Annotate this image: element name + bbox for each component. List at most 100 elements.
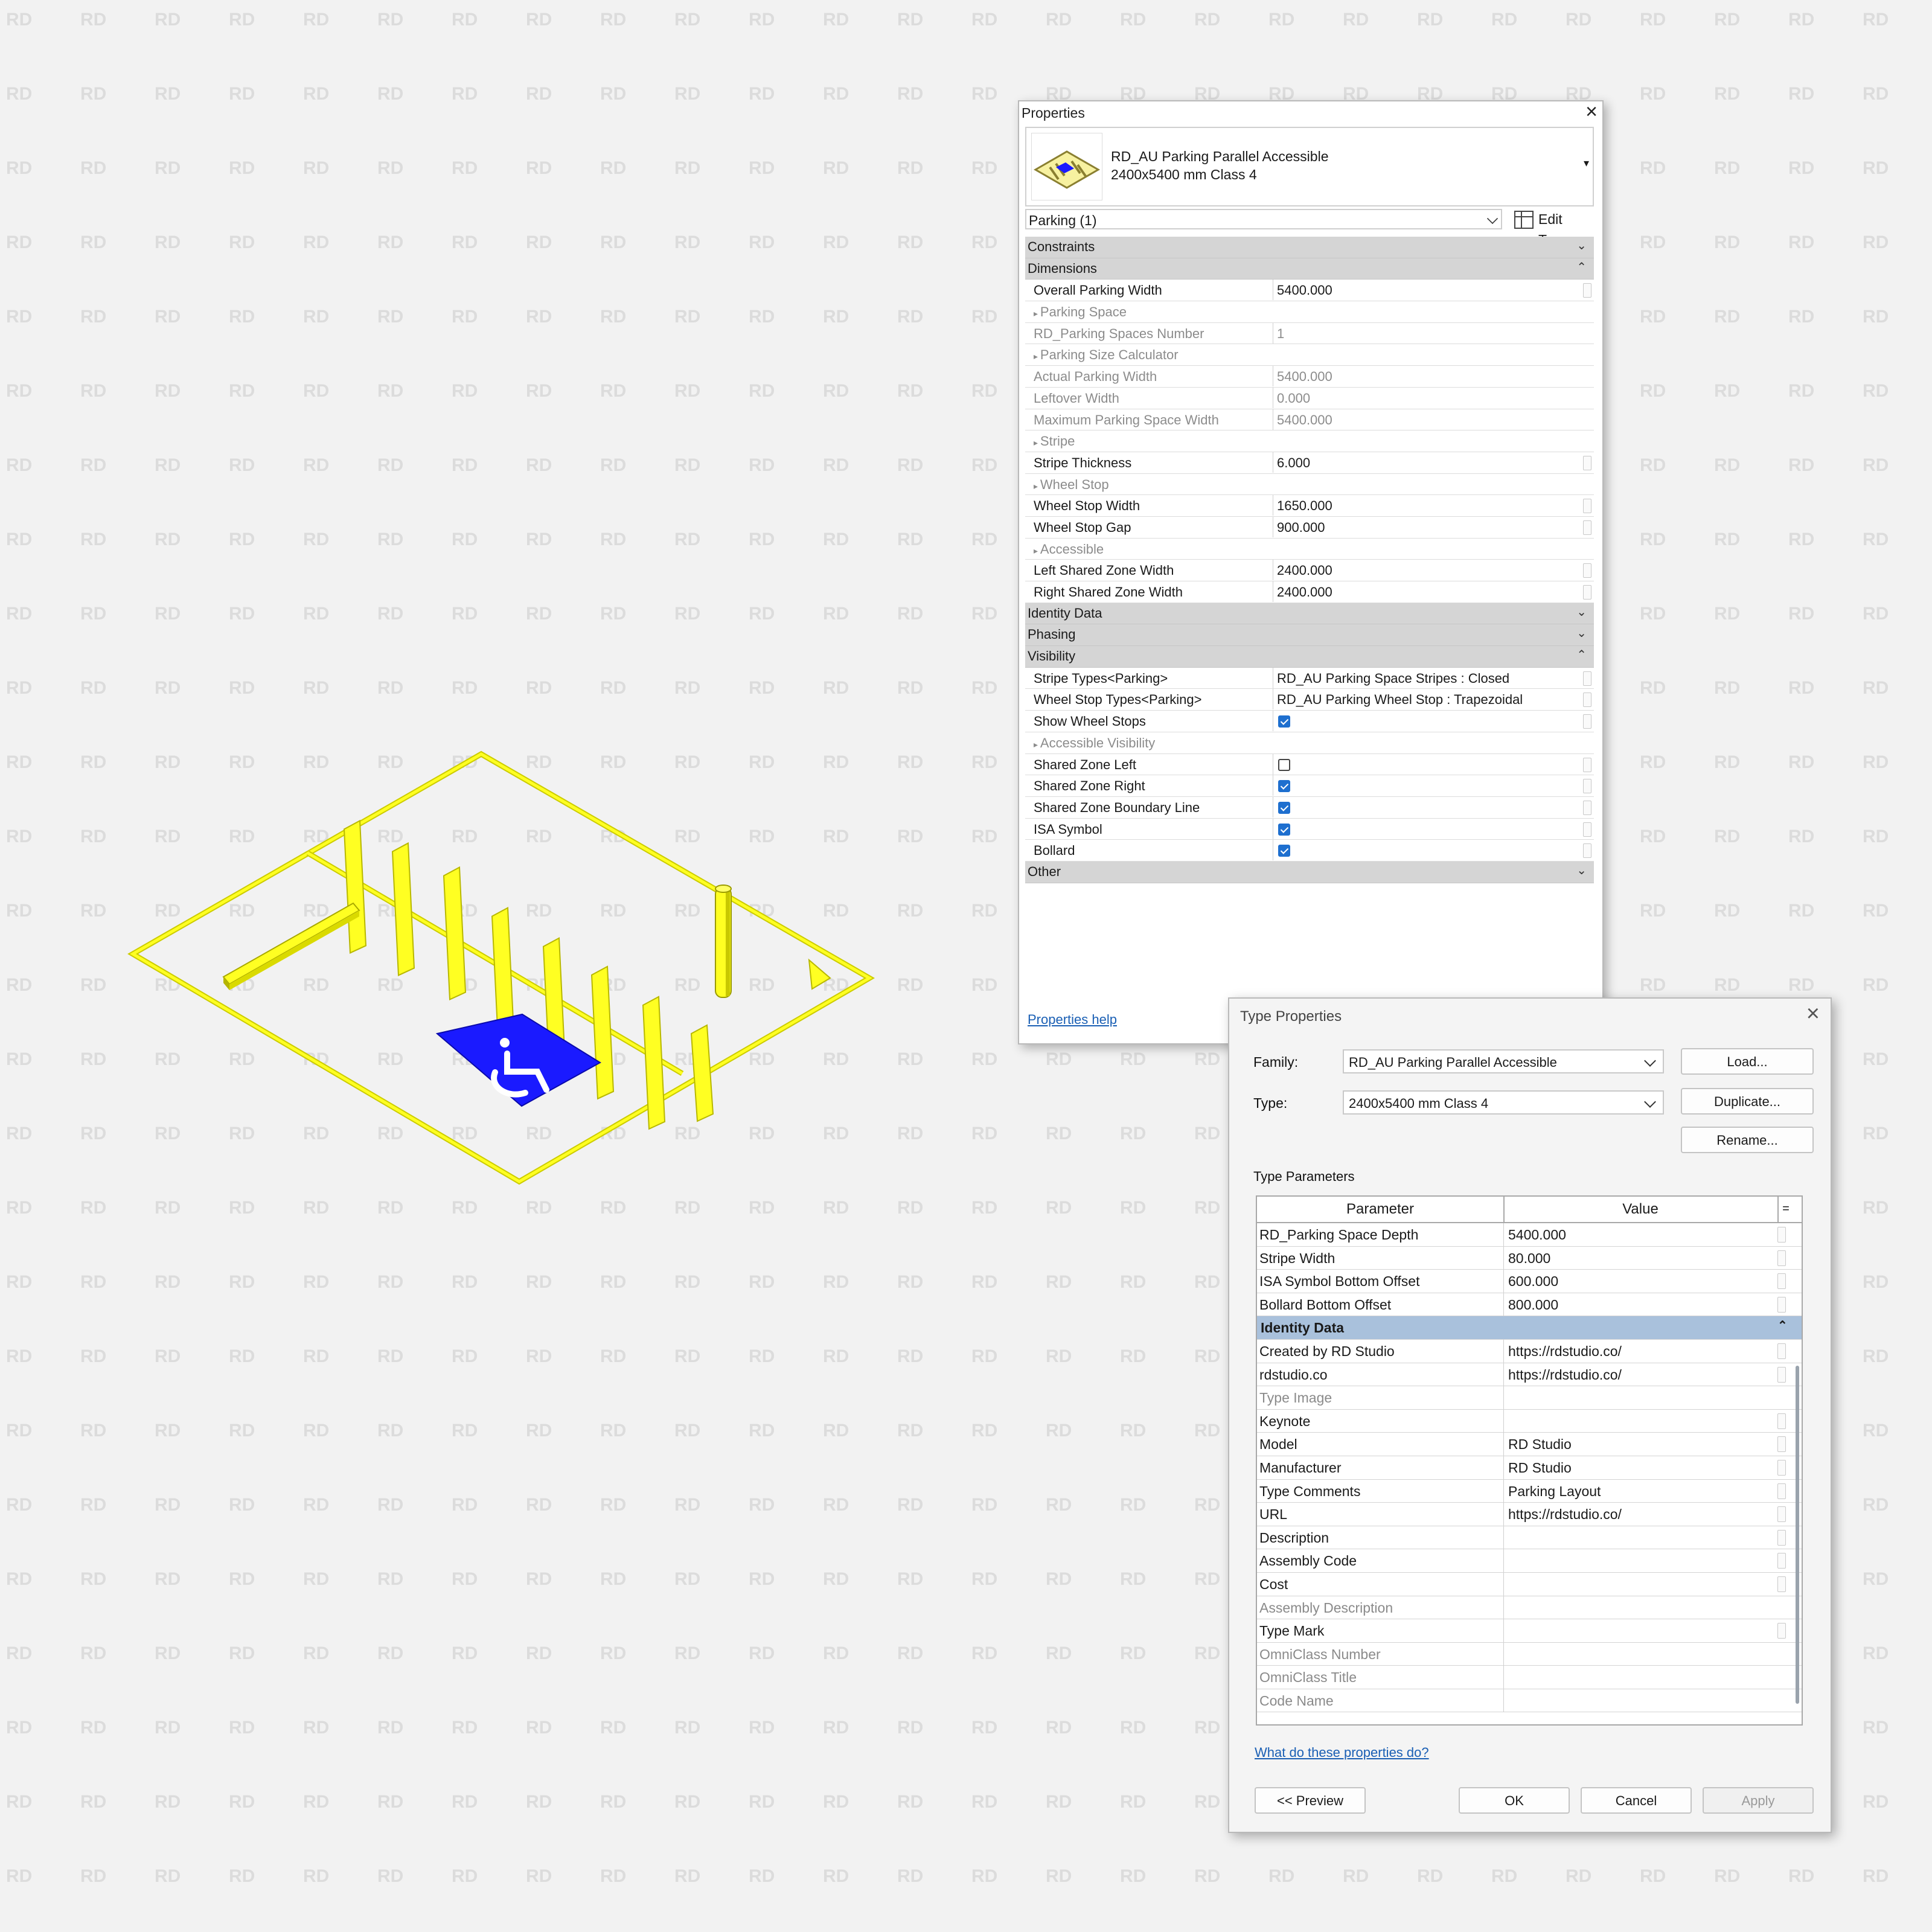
group-header-visibility[interactable]: Visibility ⌃ (1025, 646, 1594, 668)
associate-parameter-button[interactable] (1777, 1296, 1786, 1313)
checkbox[interactable] (1278, 801, 1290, 814)
property-value-cell[interactable] (1273, 840, 1575, 861)
type-selector[interactable]: RD_AU Parking Parallel Accessible 2400x5… (1025, 127, 1594, 206)
apply-button[interactable]: Apply (1703, 1787, 1814, 1814)
checkbox[interactable] (1278, 715, 1290, 728)
parameter-row[interactable]: Bollard Bottom Offset 800.000 (1257, 1293, 1802, 1317)
vertical-scrollbar[interactable] (1796, 1366, 1799, 1704)
associate-parameter-button[interactable] (1583, 585, 1591, 600)
type-dropdown[interactable]: 2400x5400 mm Class 4 (1343, 1090, 1664, 1115)
properties-help-link[interactable]: Properties help (1028, 1012, 1117, 1028)
property-value-cell[interactable] (1273, 711, 1575, 732)
property-value-cell[interactable]: RD_AU Parking Space Stripes : Closed (1273, 667, 1575, 688)
associate-parameter-button[interactable] (1777, 1366, 1786, 1383)
associate-parameter-button[interactable] (1583, 563, 1591, 578)
collapse-icon[interactable]: ⌃ (1777, 1318, 1788, 1333)
associate-parameter-button[interactable] (1583, 520, 1591, 535)
associate-parameter-button[interactable] (1777, 1459, 1786, 1476)
group-header-phasing[interactable]: Phasing ⌄ (1025, 624, 1594, 647)
associate-parameter-button[interactable] (1583, 843, 1591, 859)
associate-parameter-button[interactable] (1583, 499, 1591, 514)
column-header-formula[interactable]: = (1777, 1197, 1793, 1222)
property-row[interactable]: Accessible (1025, 539, 1594, 560)
close-icon[interactable]: × (1585, 100, 1598, 124)
property-value-cell[interactable]: 6.000 (1273, 452, 1575, 473)
parameter-row[interactable]: Description (1257, 1526, 1802, 1550)
expand-icon[interactable]: ⌄ (1576, 625, 1587, 641)
property-value-cell[interactable]: 5400.000 (1273, 280, 1575, 301)
group-header-identity-data[interactable]: Identity Data ⌃ (1257, 1316, 1802, 1340)
associate-parameter-button[interactable] (1777, 1227, 1786, 1243)
edit-type-button[interactable]: Edit Type (1512, 209, 1594, 248)
associate-parameter-button[interactable] (1583, 800, 1591, 815)
associate-parameter-button[interactable] (1583, 283, 1591, 298)
property-row[interactable]: Accessible Visibility (1025, 732, 1594, 754)
property-value-cell[interactable]: 1650.000 (1273, 495, 1575, 516)
property-value-cell[interactable]: RD_AU Parking Wheel Stop : Trapezoidal (1273, 689, 1575, 710)
associate-parameter-button[interactable] (1777, 1483, 1786, 1499)
associate-parameter-button[interactable] (1777, 1343, 1786, 1359)
property-row[interactable]: Parking Size Calculator (1025, 344, 1594, 366)
ok-button[interactable]: OK (1459, 1787, 1570, 1814)
cancel-button[interactable]: Cancel (1581, 1787, 1692, 1814)
property-value-cell[interactable] (1273, 796, 1575, 817)
properties-info-link[interactable]: What do these properties do? (1255, 1745, 1429, 1761)
expand-icon[interactable]: ⌄ (1576, 604, 1587, 619)
expand-icon[interactable]: ⌄ (1576, 863, 1587, 878)
associate-parameter-button[interactable] (1583, 671, 1591, 686)
associate-parameter-button[interactable] (1777, 1553, 1786, 1569)
property-value-cell[interactable] (1273, 818, 1575, 839)
parameter-row[interactable]: Created by RD Studio https://rdstudio.co/ (1257, 1339, 1802, 1363)
checkbox[interactable] (1278, 845, 1290, 857)
property-row[interactable]: Wheel Stop (1025, 474, 1594, 496)
checkbox[interactable] (1278, 780, 1290, 793)
close-icon[interactable]: × (1806, 1001, 1820, 1027)
duplicate-button[interactable]: Duplicate... (1681, 1088, 1814, 1115)
group-header-other[interactable]: Other ⌄ (1025, 861, 1594, 883)
parameter-row[interactable]: ISA Symbol Bottom Offset 600.000 (1257, 1270, 1802, 1293)
instance-filter-dropdown[interactable]: Parking (1) (1025, 209, 1502, 229)
parameter-row[interactable]: Type Comments Parking Layout (1257, 1479, 1802, 1503)
property-row[interactable]: Parking Space (1025, 301, 1594, 323)
group-header-constraints[interactable]: Constraints ⌄ (1025, 237, 1594, 258)
parameter-row[interactable]: Type Mark (1257, 1619, 1802, 1643)
preview-button[interactable]: << Preview (1255, 1787, 1366, 1814)
associate-parameter-button[interactable] (1583, 757, 1591, 772)
checkbox[interactable] (1278, 823, 1290, 836)
property-value-cell[interactable] (1273, 753, 1575, 775)
associate-parameter-button[interactable] (1777, 1436, 1786, 1453)
checkbox[interactable] (1278, 758, 1290, 771)
property-value-cell[interactable]: 900.000 (1273, 516, 1575, 537)
property-value-cell[interactable] (1273, 775, 1575, 796)
parameter-row[interactable]: URL https://rdstudio.co/ (1257, 1503, 1802, 1526)
property-row[interactable]: Stripe (1025, 430, 1594, 452)
parameter-row[interactable]: Keynote (1257, 1409, 1802, 1433)
associate-parameter-button[interactable] (1583, 822, 1591, 837)
collapse-icon[interactable]: ⌃ (1576, 647, 1587, 662)
associate-parameter-button[interactable] (1583, 714, 1591, 729)
associate-parameter-button[interactable] (1777, 1413, 1786, 1429)
collapse-icon[interactable]: ⌃ (1576, 260, 1587, 275)
family-dropdown[interactable]: RD_AU Parking Parallel Accessible (1343, 1049, 1664, 1073)
rename-button[interactable]: Rename... (1681, 1127, 1814, 1153)
parameter-row[interactable]: Manufacturer RD Studio (1257, 1456, 1802, 1480)
group-header-dimensions[interactable]: Dimensions ⌃ (1025, 258, 1594, 280)
parameter-row[interactable]: Assembly Code (1257, 1549, 1802, 1573)
column-header-parameter[interactable]: Parameter (1257, 1201, 1503, 1218)
associate-parameter-button[interactable] (1583, 779, 1591, 794)
load-button[interactable]: Load... (1681, 1048, 1814, 1075)
group-header-identity-data[interactable]: Identity Data ⌄ (1025, 603, 1594, 625)
associate-parameter-button[interactable] (1777, 1576, 1786, 1592)
property-value-cell[interactable]: 2400.000 (1273, 581, 1575, 602)
expand-icon[interactable]: ⌄ (1576, 238, 1587, 253)
column-header-value[interactable]: Value (1505, 1201, 1776, 1218)
associate-parameter-button[interactable] (1777, 1529, 1786, 1546)
parameter-row[interactable]: Model RD Studio (1257, 1433, 1802, 1456)
associate-parameter-button[interactable] (1777, 1250, 1786, 1266)
chevron-down-icon[interactable]: ▾ (1584, 157, 1589, 170)
associate-parameter-button[interactable] (1583, 693, 1591, 708)
property-value-cell[interactable]: 2400.000 (1273, 560, 1575, 581)
parameter-row[interactable]: rdstudio.co https://rdstudio.co/ (1257, 1363, 1802, 1387)
associate-parameter-button[interactable] (1777, 1623, 1786, 1639)
associate-parameter-button[interactable] (1777, 1273, 1786, 1290)
